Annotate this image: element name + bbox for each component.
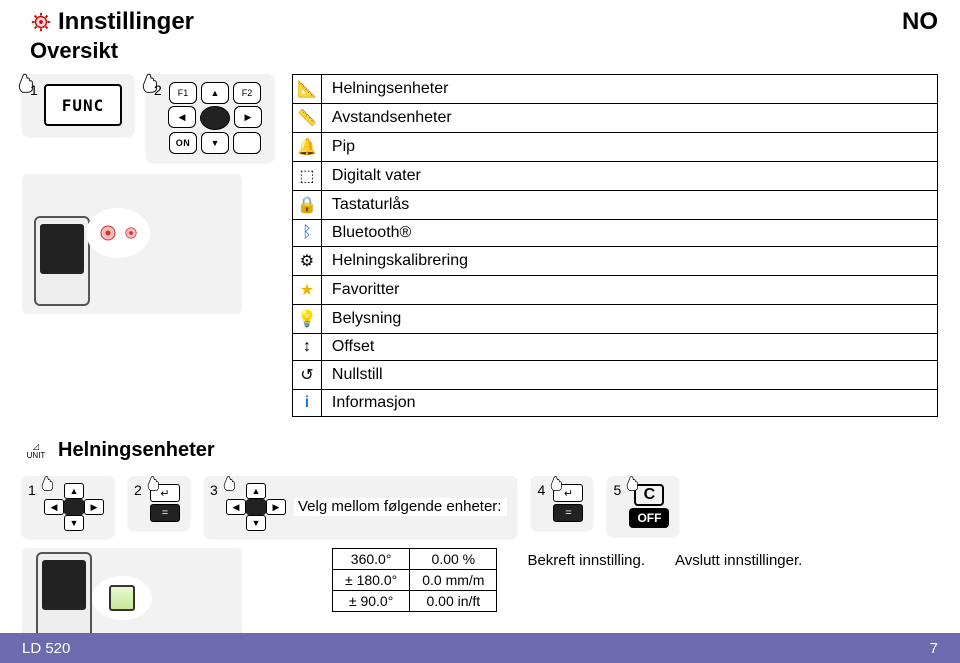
- bluetooth-icon: ᛒ: [293, 220, 322, 247]
- page-subtitle: Oversikt: [30, 38, 194, 64]
- select-units-text: Velg mellom følgende enheter:: [294, 498, 507, 517]
- gear-icon: [96, 221, 120, 245]
- unit-cell: ± 180.0°: [333, 570, 410, 591]
- speech-bubble-gears-icon: [86, 208, 150, 258]
- step-2-keypad: 2 F1 ▲ F2 ◀ ▶ ON: [146, 74, 274, 162]
- footer-model: LD 520: [22, 640, 70, 657]
- step-number: 1: [30, 82, 38, 98]
- step-number: 3: [210, 482, 218, 498]
- enter-pad[interactable]: ↵ =: [553, 484, 583, 522]
- settings-gear-icon: [30, 11, 52, 33]
- off-key[interactable]: OFF: [629, 508, 669, 528]
- units-options-table: 360.0° 0.00 % ± 180.0° 0.0 mm/m ± 90.0° …: [332, 548, 497, 612]
- lock-icon: 🔒: [293, 191, 322, 220]
- menu-item[interactable]: Bluetooth®: [321, 220, 937, 247]
- menu-item[interactable]: Tastaturlås: [321, 191, 937, 220]
- f2-key[interactable]: F2: [233, 82, 261, 104]
- right-key[interactable]: ▶: [266, 499, 286, 515]
- left-key[interactable]: ◀: [44, 499, 64, 515]
- menu-item[interactable]: Helningsenheter: [321, 75, 937, 104]
- unit-icon: ◿ UNIT: [22, 440, 50, 462]
- enter-top-key[interactable]: ↵: [553, 484, 583, 502]
- center-key[interactable]: [200, 106, 230, 130]
- step-b-3-select-units: 3 ▲ ▼ ◀ ▶ Velg mellom følgende enheter:: [204, 476, 517, 538]
- unit-small-label: UNIT: [27, 451, 46, 460]
- on-key[interactable]: ON: [169, 132, 197, 154]
- star-icon: ★: [293, 276, 322, 305]
- down-key[interactable]: ▼: [201, 132, 229, 154]
- keypad[interactable]: F1 ▲ F2 ◀ ▶ ON ▼: [168, 82, 262, 154]
- up-key[interactable]: ▲: [64, 483, 84, 499]
- enter-bottom-key[interactable]: =: [553, 504, 583, 522]
- distance-unit-icon: 📏: [293, 104, 322, 133]
- enter-bottom-key[interactable]: =: [150, 504, 180, 522]
- unit-cell: ± 90.0°: [333, 591, 410, 612]
- incline-unit-icon: 📐: [293, 75, 322, 104]
- enter-top-key[interactable]: ↵: [150, 484, 180, 502]
- lightbulb-icon: 💡: [293, 305, 322, 334]
- footer-page: 7: [930, 640, 938, 657]
- unit-cell: 0.00 in/ft: [410, 591, 497, 612]
- step-b-5-exit: 5 C OFF: [607, 476, 679, 536]
- device-screen-gears: [22, 174, 242, 314]
- menu-item[interactable]: Offset: [321, 334, 937, 361]
- step-number: 5: [613, 482, 621, 498]
- center-key[interactable]: [64, 499, 84, 515]
- unit-cell: 0.0 mm/m: [410, 570, 497, 591]
- unit-cell: 0.00 %: [410, 549, 497, 570]
- dpad[interactable]: ▲ ▼ ◀ ▶: [44, 484, 104, 530]
- calibration-icon: ⚙: [293, 247, 322, 276]
- left-key[interactable]: ◀: [168, 106, 196, 128]
- page-title: Innstillinger: [58, 8, 194, 36]
- c-key[interactable]: C: [634, 484, 664, 506]
- enter-pad[interactable]: ↵ =: [150, 484, 180, 522]
- step-b-2-enter: 2 ↵ =: [128, 476, 190, 530]
- menu-item[interactable]: Nullstill: [321, 361, 937, 390]
- func-button[interactable]: FUNC: [44, 84, 122, 126]
- settings-menu-table: 📐Helningsenheter 📏Avstandsenheter 🔔Pip ⬚…: [292, 74, 938, 417]
- right-key[interactable]: ▶: [234, 106, 262, 128]
- section-title: Helningsenheter: [58, 439, 215, 462]
- device-icon: [36, 552, 92, 642]
- confirm-text: Bekreft innstilling.: [527, 548, 645, 612]
- step-b-4-confirm: 4 ↵ =: [531, 476, 593, 530]
- level-icon: ⬚: [293, 162, 322, 191]
- extra-key[interactable]: [233, 132, 261, 154]
- beep-icon: 🔔: [293, 133, 322, 162]
- device-icon: [34, 216, 90, 306]
- center-key[interactable]: [246, 499, 266, 515]
- down-key[interactable]: ▼: [64, 515, 84, 531]
- up-key[interactable]: ▲: [246, 483, 266, 499]
- page-footer: LD 520 7: [0, 633, 960, 663]
- down-key[interactable]: ▼: [246, 515, 266, 531]
- offset-icon: ↕: [293, 334, 322, 361]
- step-number: 4: [537, 482, 545, 498]
- menu-item[interactable]: Pip: [321, 133, 937, 162]
- step-b-1-navigate: 1 ▲ ▼ ◀ ▶: [22, 476, 114, 538]
- up-key[interactable]: ▲: [201, 82, 229, 104]
- menu-item[interactable]: Avstandsenheter: [321, 104, 937, 133]
- step-number: 2: [134, 482, 142, 498]
- dpad[interactable]: ▲ ▼ ◀ ▶: [226, 484, 286, 530]
- menu-item[interactable]: Digitalt vater: [321, 162, 937, 191]
- speech-bubble-highlight-icon: [92, 576, 152, 620]
- step-number: 2: [154, 82, 162, 98]
- left-key[interactable]: ◀: [226, 499, 246, 515]
- menu-item[interactable]: Helningskalibrering: [321, 247, 937, 276]
- info-icon: i: [293, 390, 322, 417]
- gear-icon: [122, 224, 140, 242]
- language-code: NO: [902, 8, 938, 36]
- menu-item[interactable]: Informasjon: [321, 390, 937, 417]
- menu-item[interactable]: Belysning: [321, 305, 937, 334]
- reset-icon: ↺: [293, 361, 322, 390]
- exit-text: Avslutt innstillinger.: [675, 548, 802, 612]
- right-key[interactable]: ▶: [84, 499, 104, 515]
- menu-item[interactable]: Favoritter: [321, 276, 937, 305]
- f1-key[interactable]: F1: [169, 82, 197, 104]
- step-number: 1: [28, 482, 36, 498]
- step-1-func: 1 FUNC: [22, 74, 134, 136]
- unit-cell: 360.0°: [333, 549, 410, 570]
